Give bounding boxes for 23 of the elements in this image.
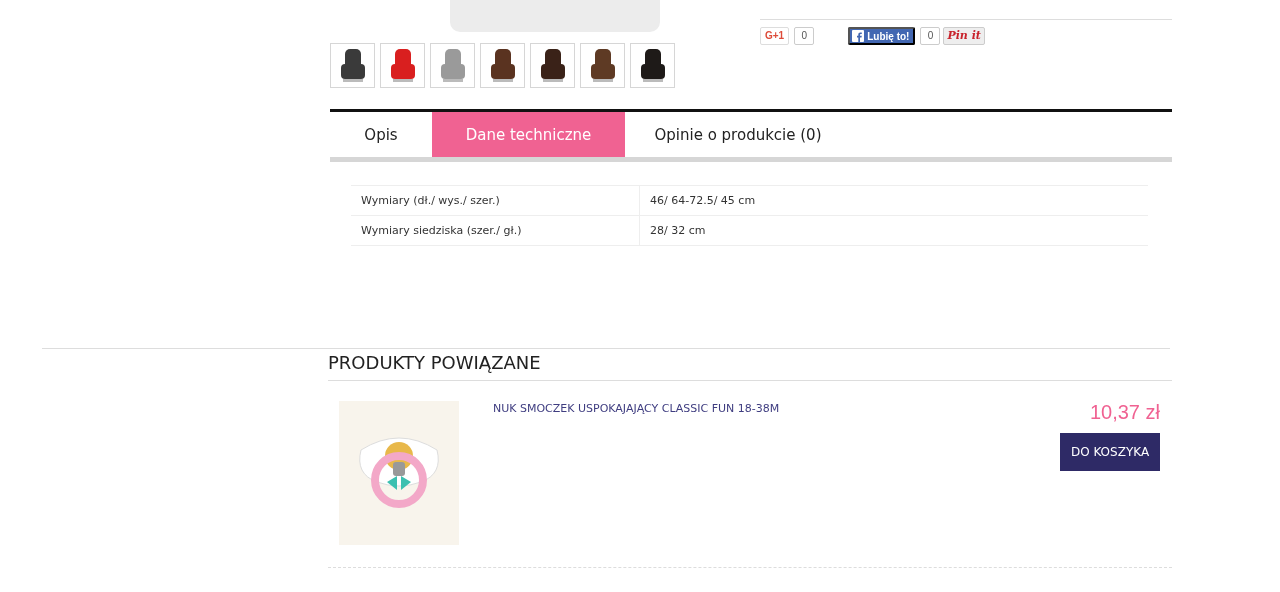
spec-value: 46/ 64-72.5/ 45 cm xyxy=(639,185,1148,216)
tab[interactable]: Opis xyxy=(330,112,432,157)
product-thumbnail[interactable] xyxy=(380,43,425,88)
product-thumbnail[interactable] xyxy=(430,43,475,88)
product-thumbnail[interactable] xyxy=(630,43,675,88)
product-name-link[interactable]: NUK SMOCZEK USPOKAJAJĄCY CLASSIC FUN 18-38M xyxy=(493,401,1060,545)
product-thumbnail[interactable] xyxy=(480,43,525,88)
product-thumbnail[interactable] xyxy=(330,43,375,88)
spec-name: Wymiary (dł./ wys./ szer.) xyxy=(351,185,640,216)
spec-value: 28/ 32 cm xyxy=(639,215,1148,246)
tab[interactable]: Opinie o produkcie (0) xyxy=(625,112,851,157)
share-count: 0 xyxy=(794,27,815,45)
product-price: 10,37 zł xyxy=(1089,401,1160,424)
pinterest-button[interactable]: Pin it xyxy=(943,27,985,45)
section-title: PRODUKTY POWIĄZANE xyxy=(328,353,542,375)
like-count: 0 xyxy=(920,27,941,45)
product-thumbnail[interactable] xyxy=(530,43,575,88)
facebook-icon xyxy=(852,30,865,42)
product-thumbnail[interactable] xyxy=(580,43,625,88)
add-to-cart-button[interactable]: DO KOSZYKA xyxy=(1060,433,1160,471)
google-plus-button[interactable]: G+1 xyxy=(760,27,790,45)
facebook-like-button[interactable]: Lubię to! xyxy=(848,27,916,45)
spec-name: Wymiary siedziska (szer./ gł.) xyxy=(351,215,640,246)
